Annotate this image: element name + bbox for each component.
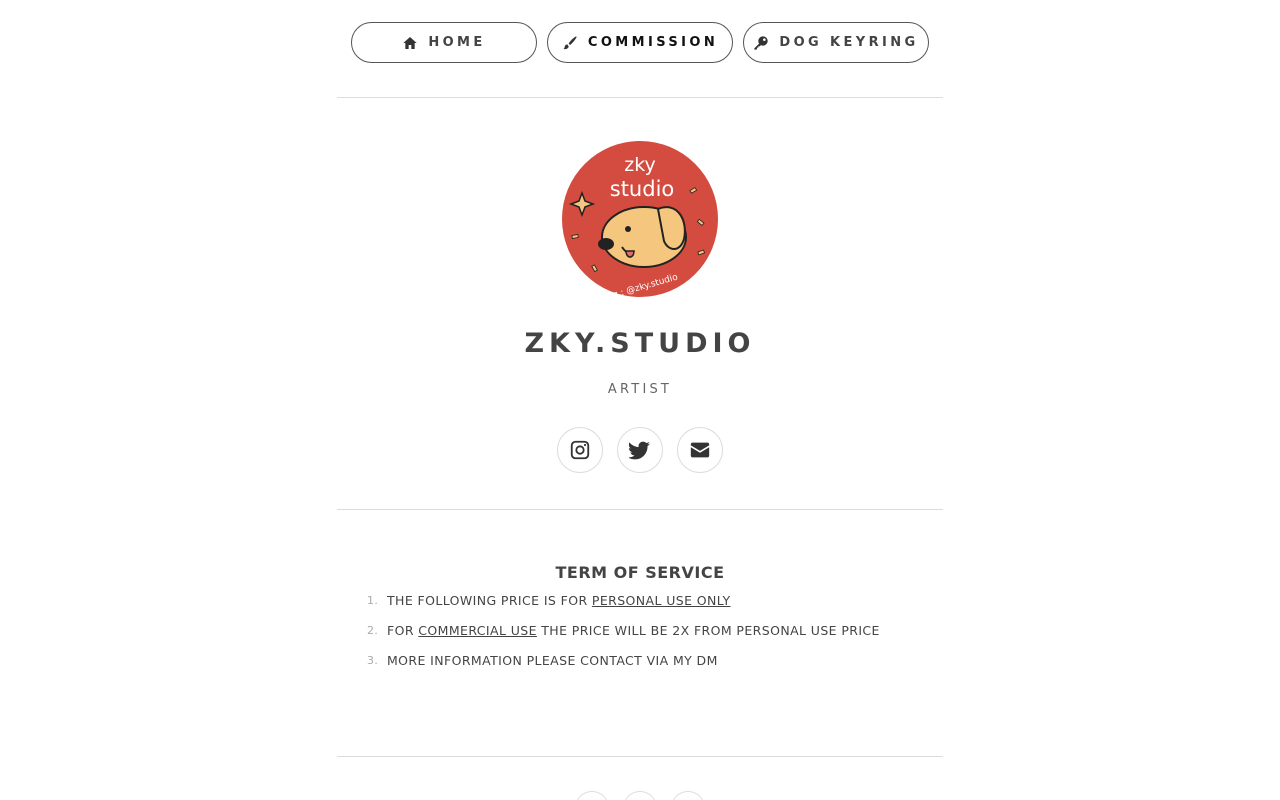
envelope-icon	[690, 442, 710, 458]
divider-bottom	[337, 756, 943, 757]
footer-icons	[0, 791, 1280, 800]
tos-item-number: 1.	[367, 594, 379, 607]
footer-icon-button[interactable]	[671, 791, 705, 800]
home-icon	[403, 36, 417, 49]
avatar: zky studio ig : @zky.studio	[562, 141, 718, 297]
paintbrush-icon	[563, 35, 577, 49]
tos-list: 1. THE FOLLOWING PRICE IS FOR PERSONAL U…	[367, 590, 897, 680]
tos-item-number: 3.	[367, 654, 379, 667]
divider-top	[337, 97, 943, 98]
profile-role: ARTIST	[607, 382, 673, 397]
nav-commission-button[interactable]: COMMISSION	[547, 22, 733, 63]
tos-item-number: 2.	[367, 624, 379, 637]
tos-item: 1. THE FOLLOWING PRICE IS FOR PERSONAL U…	[367, 590, 897, 611]
footer-icon-button[interactable]	[575, 791, 609, 800]
email-button[interactable]	[677, 427, 723, 473]
nav-commission-label: COMMISSION	[587, 35, 719, 50]
footer-icon-button[interactable]	[623, 791, 657, 800]
avatar-text-bottom: studio	[610, 177, 675, 201]
tos-personal-use-link[interactable]: PERSONAL USE ONLY	[592, 593, 731, 608]
social-links	[0, 427, 1280, 473]
instagram-button[interactable]	[557, 427, 603, 473]
tos-item-text: MORE INFORMATION PLEASE CONTACT VIA MY D…	[387, 653, 718, 668]
tos-item-text: FOR	[387, 623, 419, 638]
nav-home-label: HOME	[428, 35, 486, 50]
tos-title: TERM OF SERVICE	[555, 563, 725, 582]
twitter-button[interactable]	[617, 427, 663, 473]
top-nav: HOME COMMISSION DOG KEYRING	[0, 22, 1280, 63]
tos-item-text-post: THE PRICE WILL BE 2X FROM PERSONAL USE P…	[536, 623, 880, 638]
instagram-icon	[570, 440, 590, 460]
twitter-icon	[629, 441, 651, 460]
key-icon	[754, 35, 769, 50]
avatar-text-top: zky	[624, 154, 656, 176]
nav-dog-keyring-label: DOG KEYRING	[779, 35, 919, 50]
profile-name: ZKY.STUDIO	[524, 328, 756, 359]
nav-dog-keyring-button[interactable]: DOG KEYRING	[743, 22, 929, 63]
page: HOME COMMISSION DOG KEYRING zky studio i…	[0, 0, 1280, 800]
tos-item: 3. MORE INFORMATION PLEASE CONTACT VIA M…	[367, 650, 897, 671]
tos-item-text: THE FOLLOWING PRICE IS FOR	[387, 593, 592, 608]
tos-commercial-use-link[interactable]: COMMERCIAL USE	[418, 623, 537, 638]
nav-home-button[interactable]: HOME	[351, 22, 537, 63]
tos-item: 2. FOR COMMERCIAL USE THE PRICE WILL BE …	[367, 620, 897, 641]
divider-middle	[337, 509, 943, 510]
